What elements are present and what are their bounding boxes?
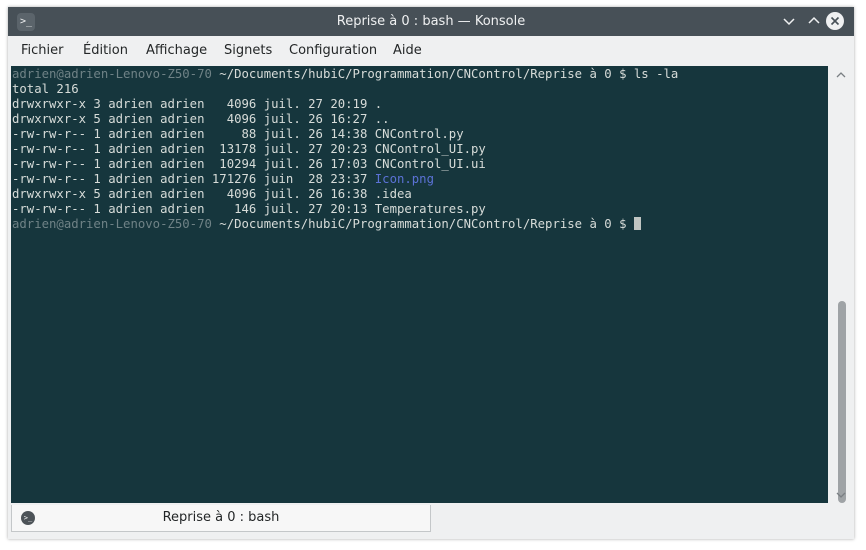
close-button[interactable] — [826, 12, 844, 30]
menu-bar: Fichier Édition Affichage Signets Config… — [8, 36, 854, 66]
listing-meta: -rw-rw-r-- 1 adrien adrien 88 juil. 26 1… — [12, 127, 375, 141]
listing-row: drwxrwxr-x 5 adrien adrien 4096 juil. 26… — [12, 187, 412, 202]
text-cursor — [633, 217, 641, 230]
menu-edition[interactable]: Édition — [83, 36, 128, 66]
menu-signets[interactable]: Signets — [224, 36, 272, 66]
listing-filename: CNControl_UI.ui — [374, 157, 486, 171]
listing-meta: -rw-rw-r-- 1 adrien adrien 13178 juil. 2… — [12, 142, 375, 156]
listing-meta: -rw-rw-r-- 1 adrien adrien 10294 juil. 2… — [12, 157, 375, 171]
scrollbar-track[interactable] — [833, 84, 849, 503]
tab-reprise-bash[interactable]: Reprise à 0 : bash >_ — [11, 505, 431, 532]
listing-filename-image[interactable]: Icon.png — [375, 172, 434, 186]
tab-label: Reprise à 0 : bash — [162, 510, 280, 525]
prompt-user-host: adrien@adrien-Lenovo-Z50-70 — [12, 217, 212, 231]
terminal-tab-icon: >_ — [21, 511, 35, 525]
listing-row: -rw-rw-r-- 1 adrien adrien 146 juil. 27 … — [12, 202, 486, 217]
minimize-button[interactable] — [780, 12, 798, 30]
menu-aide[interactable]: Aide — [393, 36, 422, 66]
terminal-scrollbar[interactable] — [828, 66, 854, 503]
listing-row: -rw-rw-r-- 1 adrien adrien 88 juil. 26 1… — [12, 127, 464, 142]
listing-filename: Temperatures.py — [374, 202, 486, 216]
menu-affichage[interactable]: Affichage — [146, 36, 207, 66]
scrollbar-handle[interactable] — [838, 301, 846, 503]
listing-filename: CNControl.py — [374, 127, 464, 141]
maximize-button[interactable] — [805, 12, 823, 30]
prompt-cwd: ~/Documents/hubiC/Programmation/CNContro… — [211, 217, 634, 231]
listing-filename: .. — [374, 112, 390, 126]
menu-configuration[interactable]: Configuration — [289, 36, 377, 66]
konsole-window: >_ Reprise à 0 : bash — Konsole Fichier … — [8, 7, 854, 539]
scroll-up-icon[interactable] — [835, 69, 847, 81]
listing-row: -rw-rw-r-- 1 adrien adrien 10294 juil. 2… — [12, 157, 486, 172]
listing-row: -rw-rw-r-- 1 adrien adrien 171276 juin 2… — [12, 172, 434, 187]
scroll-down-icon[interactable] — [835, 489, 847, 501]
prompt-cwd: ~/Documents/hubiC/Programmation/CNContro… — [211, 67, 634, 81]
title-bar[interactable]: >_ Reprise à 0 : bash — Konsole — [8, 7, 854, 36]
chevron-down-icon — [780, 12, 798, 30]
listing-row: drwxrwxr-x 3 adrien adrien 4096 juil. 27… — [12, 97, 382, 112]
chevron-up-icon — [805, 12, 823, 30]
listing-row: -rw-rw-r-- 1 adrien adrien 13178 juil. 2… — [12, 142, 486, 157]
command-text: ls -la — [633, 67, 679, 81]
listing-row: drwxrwxr-x 5 adrien adrien 4096 juil. 26… — [12, 112, 390, 127]
terminal-output[interactable]: adrien@adrien-Lenovo-Z50-70 ~/Documents/… — [11, 66, 828, 503]
listing-meta: drwxrwxr-x 5 adrien adrien 4096 juil. 26… — [12, 112, 375, 126]
listing-filename: . — [374, 97, 383, 111]
current-prompt-line: adrien@adrien-Lenovo-Z50-70 ~/Documents/… — [12, 217, 641, 232]
listing-filename: .idea — [374, 187, 412, 201]
window-title: Reprise à 0 : bash — Konsole — [336, 14, 526, 29]
listing-meta: drwxrwxr-x 5 adrien adrien 4096 juil. 26… — [12, 187, 375, 201]
command-line: adrien@adrien-Lenovo-Z50-70 ~/Documents/… — [12, 67, 678, 82]
tab-bar: Reprise à 0 : bash >_ — [8, 503, 854, 539]
listing-meta: -rw-rw-r-- 1 adrien adrien 146 juil. 27 … — [12, 202, 375, 216]
listing-meta: drwxrwxr-x 3 adrien adrien 4096 juil. 27… — [12, 97, 375, 111]
total-line: total 216 — [12, 82, 79, 96]
menu-fichier[interactable]: Fichier — [21, 36, 64, 66]
close-icon — [826, 12, 844, 30]
prompt-user-host: adrien@adrien-Lenovo-Z50-70 — [12, 67, 212, 81]
listing-meta: -rw-rw-r-- 1 adrien adrien 171276 juin 2… — [12, 172, 375, 186]
listing-filename: CNControl_UI.py — [374, 142, 486, 156]
